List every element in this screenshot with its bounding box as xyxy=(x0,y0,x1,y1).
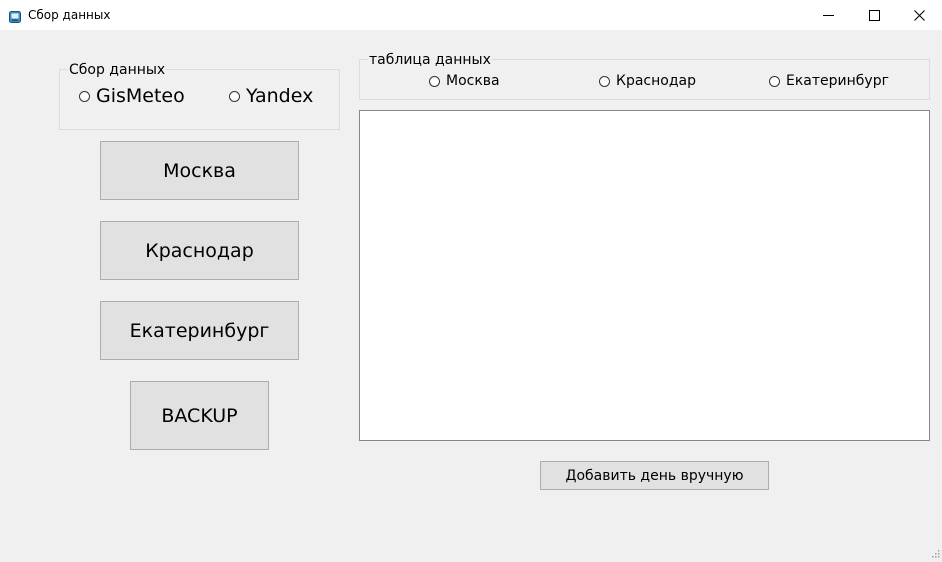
minimize-icon xyxy=(822,6,834,25)
maximize-button[interactable] xyxy=(851,0,897,30)
radio-table-yekaterinburg[interactable]: Екатеринбург xyxy=(769,73,889,89)
add-day-manually-button[interactable]: Добавить день вручную xyxy=(540,461,769,490)
radio-circle xyxy=(79,90,90,102)
yekaterinburg-button[interactable]: Екатеринбург xyxy=(100,301,299,360)
radio-table-yekaterinburg-label: Екатеринбург xyxy=(786,73,889,89)
radio-circle xyxy=(229,90,240,102)
radio-table-krasnodar[interactable]: Краснодар xyxy=(599,73,696,89)
window-title: Сбор данных xyxy=(28,8,111,22)
title-bar: Сбор данных xyxy=(0,0,942,30)
close-button[interactable] xyxy=(896,0,942,30)
maximize-icon xyxy=(868,6,880,25)
krasnodar-button[interactable]: Краснодар xyxy=(100,221,299,280)
radio-table-moscow-label: Москва xyxy=(446,73,500,89)
app-icon xyxy=(9,8,21,23)
backup-button[interactable]: BACKUP xyxy=(130,381,269,450)
radio-table-krasnodar-label: Краснодар xyxy=(616,73,696,89)
radio-gismeteo[interactable]: GisMeteo xyxy=(79,85,185,107)
data-table-legend: таблица данных xyxy=(368,52,492,68)
radio-gismeteo-label: GisMeteo xyxy=(96,85,185,107)
radio-circle xyxy=(599,75,610,87)
moscow-button[interactable]: Москва xyxy=(100,141,299,200)
resize-grip-icon[interactable] xyxy=(930,543,940,558)
radio-circle xyxy=(769,75,780,87)
collection-source-legend: Сбор данных xyxy=(68,62,167,78)
radio-yandex-label: Yandex xyxy=(246,85,314,107)
radio-circle xyxy=(429,75,440,87)
close-icon xyxy=(913,6,925,25)
data-listbox[interactable] xyxy=(359,110,930,441)
radio-yandex[interactable]: Yandex xyxy=(229,85,313,107)
minimize-button[interactable] xyxy=(805,0,851,30)
radio-table-moscow[interactable]: Москва xyxy=(429,73,500,89)
